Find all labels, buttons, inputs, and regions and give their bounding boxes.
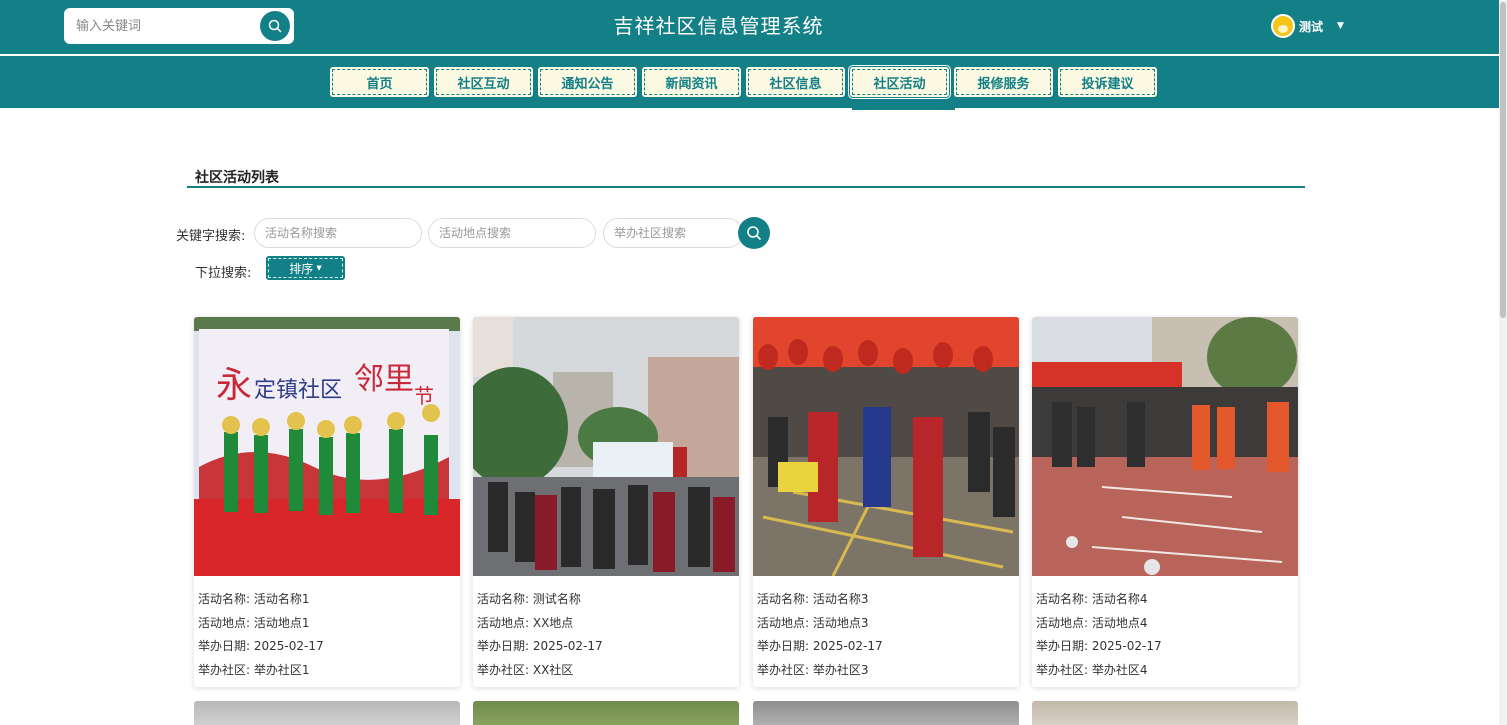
- activity-card-partial[interactable]: [1032, 701, 1298, 725]
- activity-date: 举办日期: 2025-02-17: [198, 639, 324, 653]
- active-nav-indicator: [852, 106, 955, 110]
- main-navigation: 首页 社区互动 通知公告 新闻资讯 社区信息 社区活动 报修服务 投诉建议: [0, 56, 1507, 108]
- activity-location-field: [428, 218, 596, 248]
- activity-card-partial[interactable]: [753, 701, 1019, 725]
- community-field: [603, 218, 743, 248]
- nav-item-community-info[interactable]: 社区信息: [745, 66, 846, 98]
- activity-card[interactable]: 永 定镇社区 邻里 节 活动名称: 活动名称1 活动地点: 活动地点1 举办日期…: [194, 317, 460, 687]
- search-icon: [747, 226, 762, 241]
- activity-location: 活动地点: 活动地点4: [1036, 615, 1148, 630]
- nav-item-notice[interactable]: 通知公告: [537, 66, 638, 98]
- activity-location: 活动地点: 活动地点3: [757, 615, 869, 630]
- activity-community: 举办社区: 举办社区4: [1036, 662, 1148, 677]
- svg-text:永: 永: [216, 365, 252, 406]
- activity-community: 举办社区: 举办社区3: [757, 662, 869, 677]
- chevron-down-icon: ▼: [316, 264, 322, 272]
- keyword-search-label: 关键字搜索:: [176, 229, 246, 244]
- activity-date: 举办日期: 2025-02-17: [757, 639, 883, 653]
- activity-image: [473, 317, 739, 576]
- activity-image: [1032, 317, 1298, 576]
- activity-card-partial[interactable]: [194, 701, 460, 725]
- activity-image: 永 定镇社区 邻里 节: [194, 317, 460, 576]
- nav-item-home[interactable]: 首页: [329, 66, 430, 98]
- activity-date: 举办日期: 2025-02-17: [477, 639, 603, 653]
- sort-dropdown-button[interactable]: 排序 ▼: [266, 256, 345, 280]
- nav-item-interaction[interactable]: 社区互动: [433, 66, 534, 98]
- activity-image: [753, 317, 1019, 576]
- activity-community: 举办社区: 举办社区1: [198, 662, 310, 677]
- activity-card[interactable]: 活动名称: 活动名称3 活动地点: 活动地点3 举办日期: 2025-02-17…: [753, 317, 1019, 687]
- activity-name: 活动名称: 测试名称: [477, 592, 581, 606]
- activity-name: 活动名称: 活动名称3: [757, 592, 869, 606]
- svg-text:邻里: 邻里: [354, 362, 414, 397]
- svg-text:定镇社区: 定镇社区: [254, 378, 342, 403]
- nav-item-activities[interactable]: 社区活动: [849, 66, 950, 98]
- activity-location-input[interactable]: [439, 219, 595, 247]
- activity-location: 活动地点: XX地点: [477, 615, 574, 630]
- site-title: 吉祥社区信息管理系统: [613, 14, 824, 38]
- nav-item-repair[interactable]: 报修服务: [953, 66, 1054, 98]
- activity-card[interactable]: 活动名称: 测试名称 活动地点: XX地点 举办日期: 2025-02-17 举…: [473, 317, 739, 687]
- scrollbar-thumb[interactable]: [1500, 2, 1506, 318]
- activity-card-partial[interactable]: [473, 701, 739, 725]
- activity-community: 举办社区: XX社区: [477, 662, 574, 677]
- avatar: [1271, 14, 1295, 38]
- activity-name: 活动名称: 活动名称1: [198, 592, 310, 606]
- chevron-down-icon: ▼: [1337, 21, 1344, 31]
- activity-name-field: [254, 218, 422, 248]
- nav-item-complaints[interactable]: 投诉建议: [1057, 66, 1158, 98]
- nav-item-news[interactable]: 新闻资讯: [641, 66, 742, 98]
- activity-card-grid: 永 定镇社区 邻里 节 活动名称: 活动名称1 活动地点: 活动地点1 举办日期…: [194, 317, 1298, 717]
- activity-card[interactable]: 活动名称: 活动名称4 活动地点: 活动地点4 举办日期: 2025-02-17…: [1032, 317, 1298, 687]
- top-header-bar: 吉祥社区信息管理系统 测试 ▼: [0, 0, 1507, 54]
- sort-label: 排序: [289, 261, 314, 276]
- activity-location: 活动地点: 活动地点1: [198, 615, 310, 630]
- page-title: 社区活动列表: [195, 170, 279, 186]
- filter-search-button[interactable]: [738, 217, 770, 249]
- title-divider: [187, 186, 1305, 188]
- user-name: 测试: [1299, 19, 1324, 34]
- user-menu[interactable]: 测试 ▼: [1271, 14, 1344, 38]
- activity-name: 活动名称: 活动名称4: [1036, 592, 1148, 606]
- activity-date: 举办日期: 2025-02-17: [1036, 639, 1162, 653]
- dropdown-search-label: 下拉搜索:: [195, 266, 252, 281]
- community-input[interactable]: [614, 219, 742, 247]
- page-scrollbar[interactable]: [1499, 0, 1507, 725]
- activity-name-input[interactable]: [265, 219, 421, 247]
